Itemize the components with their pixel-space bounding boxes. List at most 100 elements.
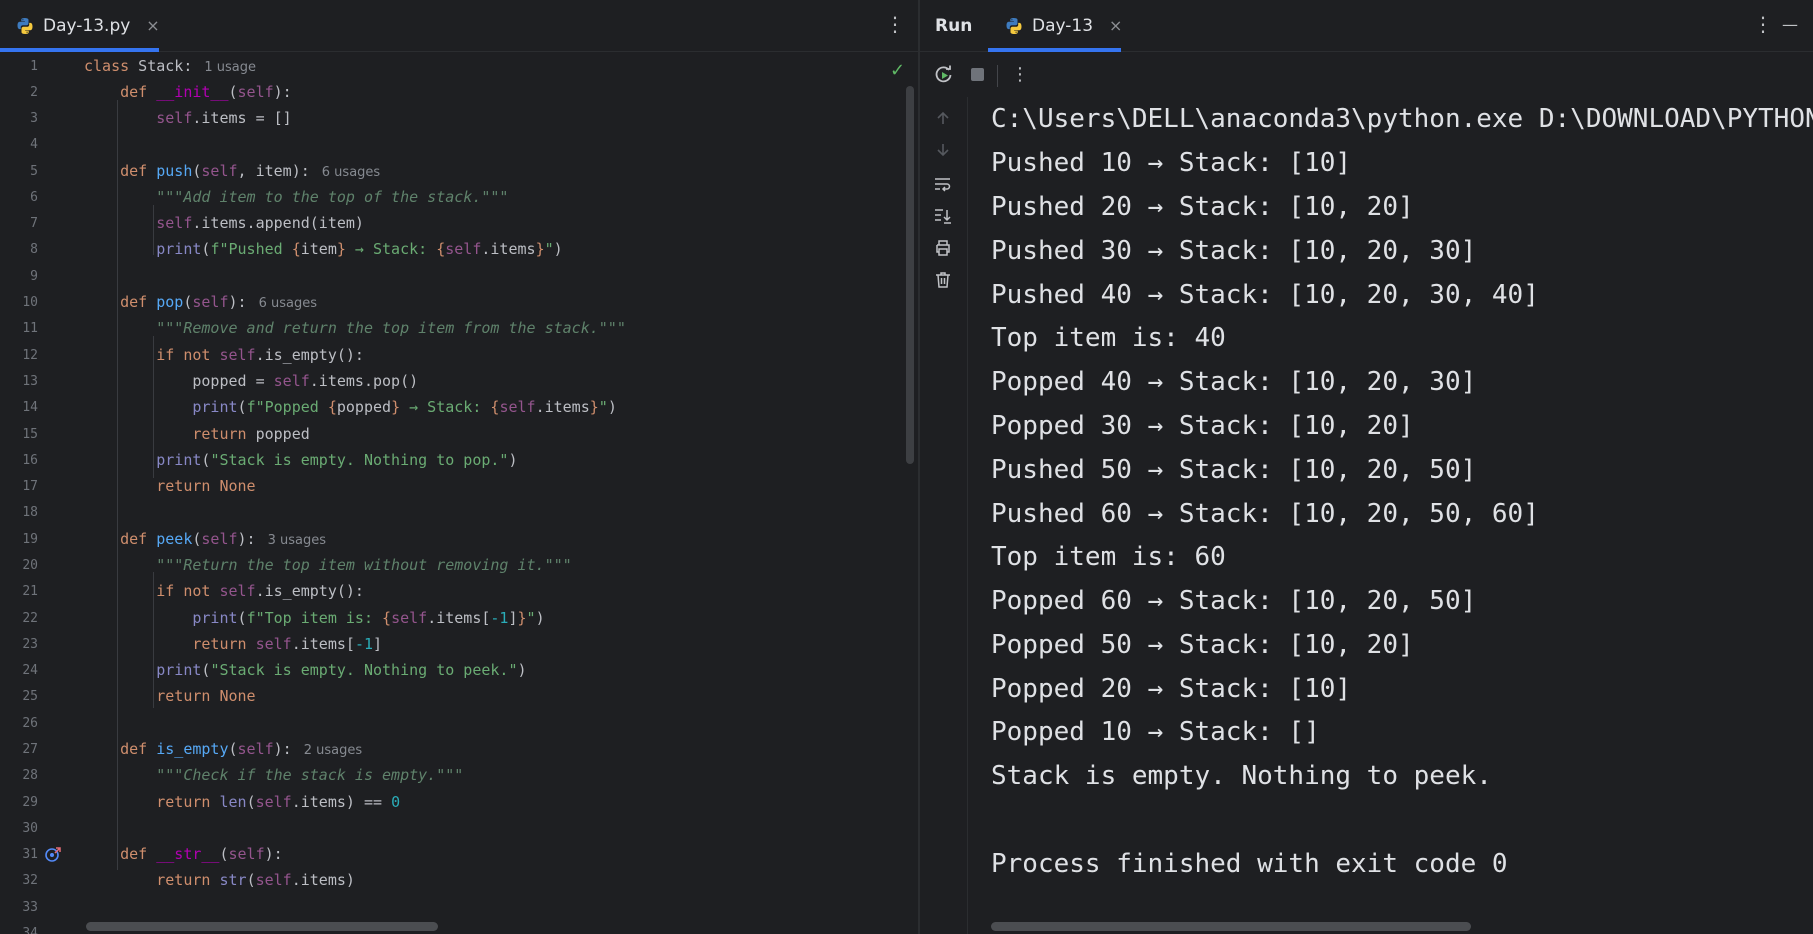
line-number: 25	[22, 689, 38, 704]
console-line: Pushed 10 → Stack: [10]	[991, 148, 1352, 178]
run-title: Run	[935, 15, 973, 36]
editor-tab-bar: Day-13.py × ⋮	[0, 0, 918, 52]
code-line: return popped	[192, 425, 310, 443]
code-line: """Remove and return the top item from t…	[156, 319, 626, 337]
line-number: 16	[22, 453, 38, 468]
line-number: 1	[30, 59, 38, 74]
tab-day13-run[interactable]: Day-13 ×	[1005, 0, 1122, 51]
line-number: 12	[22, 348, 38, 363]
tab-day13-py[interactable]: Day-13.py ×	[16, 0, 160, 51]
line-number: 4	[30, 137, 38, 152]
code-line: """Return the top item without removing …	[156, 556, 572, 574]
code-line: print("Stack is empty. Nothing to pop.")	[156, 451, 518, 469]
code-line: """Add item to the top of the stack."""	[156, 188, 509, 206]
run-options-icon[interactable]: ⋮	[1753, 12, 1773, 36]
console-line: Popped 20 → Stack: [10]	[991, 674, 1352, 704]
line-number: 21	[22, 584, 38, 599]
usage-hint[interactable]: 1 usage	[204, 60, 256, 75]
console-horizontal-scrollbar[interactable]	[991, 922, 1471, 931]
code-line: def is_empty(self): 2 usages	[120, 740, 363, 758]
line-number: 13	[22, 374, 38, 389]
line-number: 23	[22, 637, 38, 652]
code-line: print(f"Popped {popped} → Stack: {self.i…	[192, 398, 617, 416]
code-line: self.items.append(item)	[156, 214, 364, 232]
run-tab-bar: Run Day-13 × ⋮ —	[920, 0, 1813, 52]
console-line: C:\Users\DELL\anaconda3\python.exe D:\DO…	[991, 104, 1813, 134]
line-number: 27	[22, 742, 38, 757]
override-method-icon[interactable]	[44, 845, 62, 863]
console-line: Popped 60 → Stack: [10, 20, 50]	[991, 586, 1477, 616]
code-line: def push(self, item): 6 usages	[120, 162, 381, 180]
line-number: 18	[22, 505, 38, 520]
stop-icon[interactable]	[966, 63, 988, 85]
code-line: popped = self.items.pop()	[84, 372, 419, 390]
line-number: 8	[30, 242, 38, 257]
run-toolbar: ⋮	[920, 51, 1813, 97]
line-number: 32	[22, 873, 38, 888]
line-number: 17	[22, 479, 38, 494]
inspection-ok-icon[interactable]: ✓	[890, 60, 905, 81]
code-line: def peek(self): 3 usages	[120, 530, 326, 548]
usage-hint[interactable]: 3 usages	[268, 533, 326, 548]
console-line: Top item is: 60	[991, 542, 1226, 572]
code-line: class Stack: 1 usage	[84, 57, 257, 75]
line-number: 19	[22, 532, 38, 547]
code-line: print(f"Top item is: {self.items[-1]}")	[192, 609, 545, 627]
usage-hint[interactable]: 2 usages	[304, 743, 362, 758]
line-number: 31	[22, 847, 38, 862]
console-sidebar	[920, 97, 968, 934]
code-line: return len(self.items) == 0	[156, 793, 401, 811]
code-line: def __str__(self):	[120, 845, 283, 863]
line-number: 3	[30, 111, 38, 126]
line-number: 24	[22, 663, 38, 678]
line-number: 20	[22, 558, 38, 573]
rerun-icon[interactable]	[933, 63, 955, 85]
code-line: return str(self.items)	[156, 871, 355, 889]
code-line: print(f"Pushed {item} → Stack: {self.ite…	[156, 240, 563, 258]
console-line: Popped 40 → Stack: [10, 20, 30]	[991, 367, 1477, 397]
console-line: Pushed 20 → Stack: [10, 20]	[991, 192, 1414, 222]
code-line: """Check if the stack is empty."""	[156, 766, 464, 784]
minimize-icon[interactable]: —	[1782, 15, 1798, 34]
line-number: 33	[22, 900, 38, 915]
line-number: 28	[22, 768, 38, 783]
editor-pane: Day-13.py × ⋮ 1 2 3 4 5 6 7 8 9 10 11 12…	[0, 0, 918, 934]
soft-wrap-icon[interactable]	[932, 173, 954, 195]
active-tab-indicator	[0, 48, 159, 52]
console-line: Top item is: 40	[991, 323, 1226, 353]
line-number: 5	[30, 164, 38, 179]
console-line: Popped 30 → Stack: [10, 20]	[991, 411, 1414, 441]
console-line: Pushed 40 → Stack: [10, 20, 30, 40]	[991, 280, 1539, 310]
editor-vertical-scrollbar[interactable]	[906, 86, 914, 464]
code-line: return None	[156, 477, 256, 495]
usage-hint[interactable]: 6 usages	[322, 165, 380, 180]
editor-horizontal-scrollbar[interactable]	[86, 922, 438, 931]
more-actions-icon[interactable]: ⋮	[1009, 63, 1031, 85]
usage-hint[interactable]: 6 usages	[259, 296, 317, 311]
code-line: def __init__(self):	[120, 83, 292, 101]
arrow-up-icon[interactable]	[932, 107, 954, 129]
python-file-icon	[17, 17, 33, 34]
tab-label: Day-13.py	[43, 15, 131, 36]
print-icon[interactable]	[932, 237, 954, 259]
editor-more-icon[interactable]: ⋮	[885, 12, 905, 36]
line-number: 10	[22, 295, 38, 310]
code-line: self.items = []	[156, 109, 292, 127]
close-tab-icon[interactable]: ×	[146, 16, 159, 35]
run-tool-window: Run Day-13 × ⋮ — ⋮ C:\Users\DELL\anacond…	[920, 0, 1813, 934]
trash-icon[interactable]	[932, 269, 954, 291]
code-line: if not self.is_empty():	[156, 582, 364, 600]
line-number: 14	[22, 400, 38, 415]
console-line: Popped 10 → Stack: []	[991, 717, 1320, 747]
close-tab-icon[interactable]: ×	[1109, 16, 1122, 35]
scroll-to-end-icon[interactable]	[932, 205, 954, 227]
code-line: return None	[156, 687, 256, 705]
console-output[interactable]: C:\Users\DELL\anaconda3\python.exe D:\DO…	[991, 97, 1813, 934]
console-line: Pushed 60 → Stack: [10, 20, 50, 60]	[991, 499, 1539, 529]
line-number: 2	[30, 85, 38, 100]
code-line: def pop(self): 6 usages	[120, 293, 317, 311]
code-line: print("Stack is empty. Nothing to peek."…	[156, 661, 527, 679]
arrow-down-icon[interactable]	[932, 139, 954, 161]
line-number: 26	[22, 716, 38, 731]
line-number: 30	[22, 821, 38, 836]
